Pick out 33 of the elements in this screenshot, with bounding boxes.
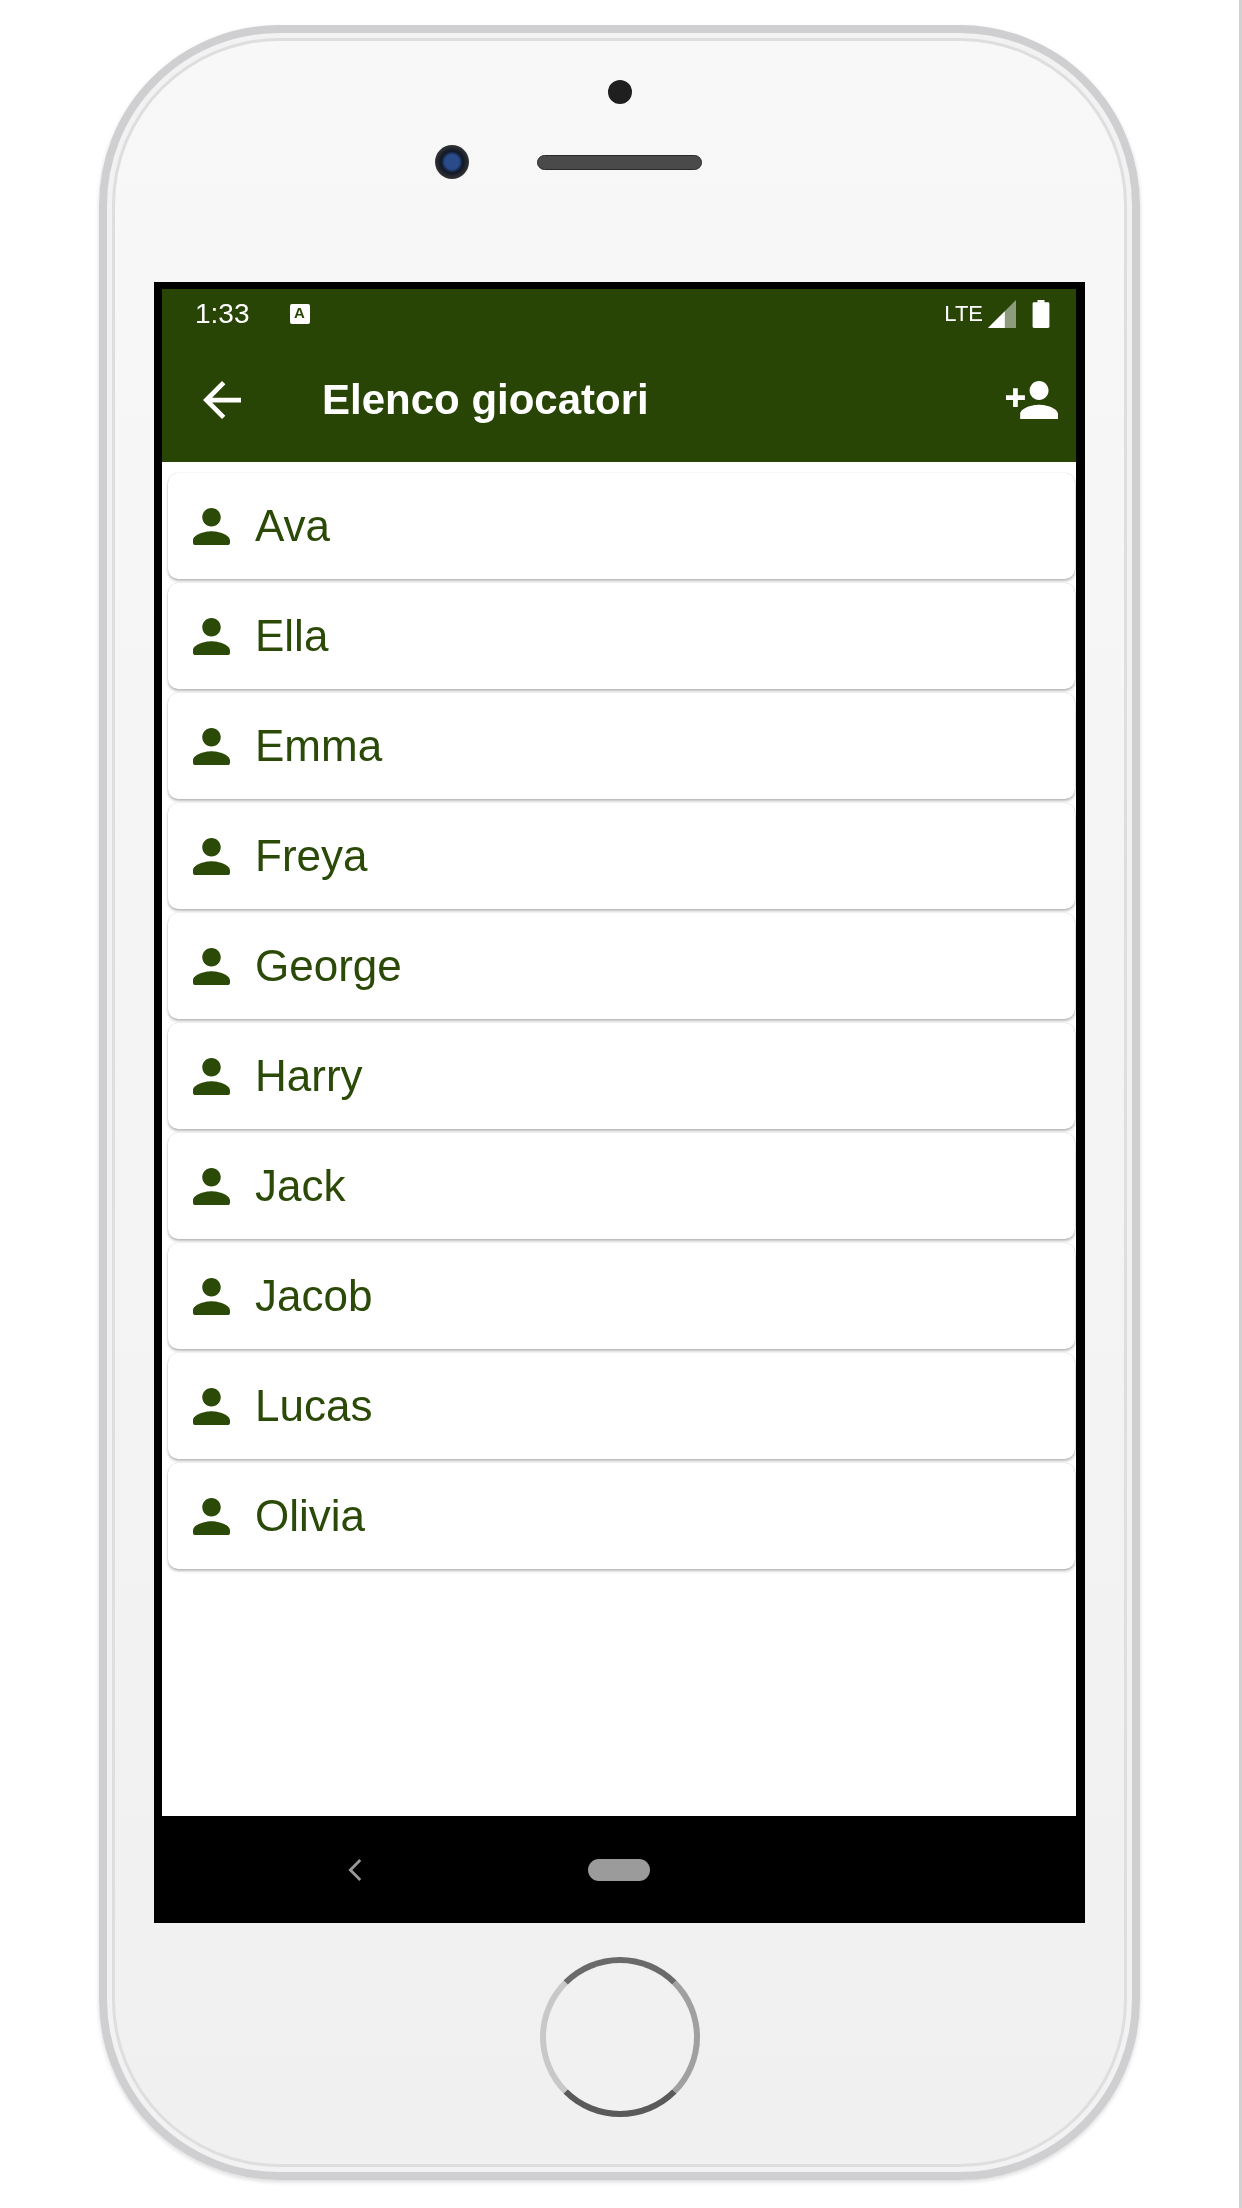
sensor-dot-icon [607,80,632,104]
back-arrow-icon[interactable] [203,381,241,419]
signal-icon [988,299,1016,328]
person-icon [193,1167,230,1205]
person-icon [193,507,230,545]
person-icon [193,837,230,875]
player-list-item[interactable]: Lucas [168,1353,1075,1459]
add-person-icon[interactable] [1006,381,1058,419]
player-list-item[interactable]: Emma [168,693,1075,799]
person-icon [193,947,230,985]
camera-lens-icon [435,145,469,179]
player-list-item[interactable]: George [168,913,1075,1019]
person-icon [193,727,230,765]
screen-title: Elenco giocatori [322,376,650,424]
home-pill-icon[interactable] [588,1858,650,1881]
player-list-item[interactable]: Ella [168,583,1075,689]
player-list-item[interactable]: Jack [168,1133,1075,1239]
player-list-item[interactable]: Jacob [168,1243,1075,1349]
player-list-item[interactable]: Ava [168,473,1075,579]
chevron-left-icon[interactable] [348,1857,362,1882]
person-icon [193,1497,230,1535]
person-icon [193,1057,230,1095]
notification-badge: A [289,303,310,324]
battery-icon [1032,299,1050,328]
player-list-item[interactable]: Olivia [168,1463,1075,1569]
person-icon [193,1387,230,1425]
speaker-grille-icon [537,154,702,170]
person-icon [193,1277,230,1315]
status-time: 1:33 [195,297,250,330]
person-icon [193,617,230,655]
player-list-item[interactable]: Harry [168,1023,1075,1129]
network-type: LTE [944,300,983,327]
player-list-item[interactable]: Freya [168,803,1075,909]
